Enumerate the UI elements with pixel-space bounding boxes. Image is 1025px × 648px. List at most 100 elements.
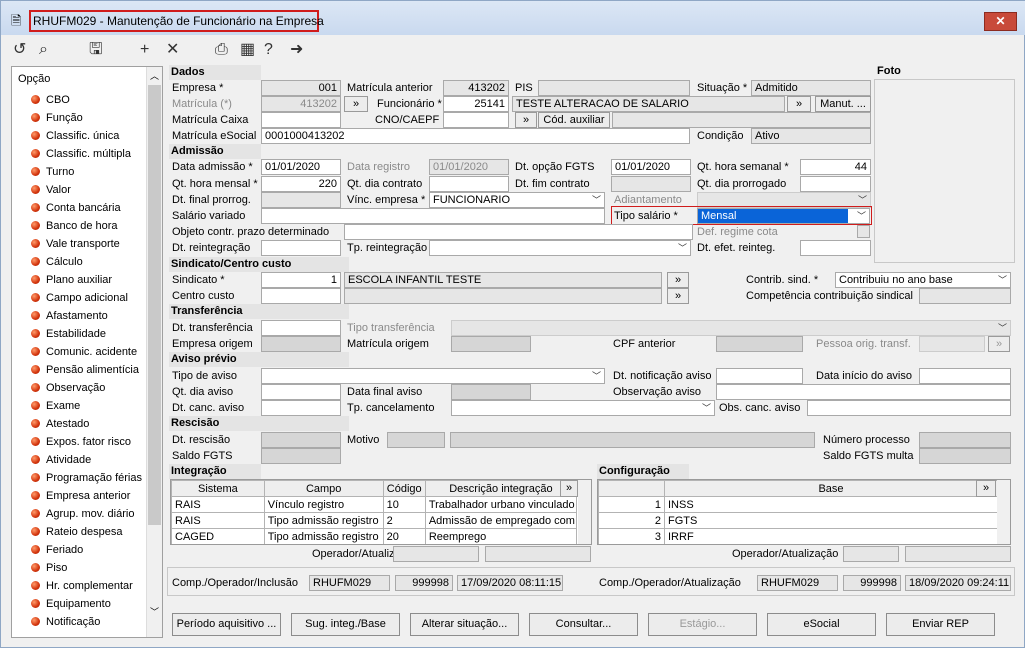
chevron-down-icon[interactable]: ﹀ xyxy=(998,322,1007,335)
contrib-sind-select[interactable]: Contribuiu no ano base ﹀ xyxy=(835,272,1011,288)
option-item[interactable]: Conta bancária xyxy=(31,199,121,217)
option-item[interactable]: Rateio despesa xyxy=(31,523,122,541)
data-registro-field[interactable]: 01/01/2020 xyxy=(429,159,509,175)
close-window-button[interactable]: ✕ xyxy=(984,12,1017,31)
dt-fim-contrato-field[interactable] xyxy=(611,176,691,192)
esocial-button[interactable]: eSocial xyxy=(767,613,876,636)
funcionario-field[interactable]: 25141 xyxy=(443,96,509,112)
competencia-field[interactable] xyxy=(919,288,1011,304)
sindicato-field[interactable]: 1 xyxy=(261,272,341,288)
dt-final-prorrog-field[interactable] xyxy=(261,192,341,208)
photo-frame[interactable] xyxy=(874,79,1015,263)
col-codigo[interactable]: Código xyxy=(382,480,426,497)
option-item[interactable]: Piso xyxy=(31,559,67,577)
option-item[interactable]: Exame xyxy=(31,397,80,415)
configuracao-operador-field[interactable] xyxy=(843,546,899,562)
option-item[interactable]: Turno xyxy=(31,163,74,181)
print-icon[interactable]: ⎙ xyxy=(215,41,228,59)
calendar-icon[interactable]: ▦ xyxy=(240,41,255,59)
table-row[interactable]: 3 IRRF xyxy=(598,528,998,544)
chevron-down-icon[interactable]: ﹀ xyxy=(998,274,1007,287)
exit-icon[interactable]: ➜ xyxy=(290,41,303,59)
tipo-aviso-select[interactable]: ﹀ xyxy=(261,368,605,384)
matricula-origem-field[interactable] xyxy=(451,336,531,352)
table-row[interactable]: RAIS Vínculo registro 10 Trabalhador urbano… xyxy=(171,496,578,513)
obs-canc-field[interactable] xyxy=(807,400,1011,416)
integracao-expand-button[interactable]: » xyxy=(560,480,578,497)
comp-inclusao-prog[interactable]: RHUFM029 xyxy=(309,575,390,591)
chevron-down-icon[interactable]: ﹀ xyxy=(702,402,711,415)
option-item[interactable]: Valor xyxy=(31,181,71,199)
option-item[interactable]: Agrup. mov. diário xyxy=(31,505,134,523)
chevron-down-icon[interactable]: ﹀ xyxy=(592,194,601,207)
qt-hora-mensal-field[interactable]: 220 xyxy=(261,176,341,192)
col-campo[interactable]: Campo xyxy=(263,480,384,497)
option-item[interactable]: Campo adicional xyxy=(31,289,128,307)
chevron-down-icon[interactable]: ﹀ xyxy=(150,605,159,618)
integracao-atualizacao-field[interactable] xyxy=(485,546,591,562)
configuracao-expand-button[interactable]: » xyxy=(976,480,996,497)
enviar-rep-button[interactable]: Enviar REP xyxy=(886,613,995,636)
def-regime-checkbox[interactable] xyxy=(857,225,870,238)
vinc-empresa-select[interactable]: FUNCIONARIO ﹀ xyxy=(429,192,605,208)
cpf-anterior-field[interactable] xyxy=(716,336,803,352)
cno-lookup-button[interactable]: » xyxy=(515,112,537,128)
tp-reintegracao-select[interactable]: ﹀ xyxy=(429,240,691,256)
data-final-field[interactable] xyxy=(451,384,531,400)
help-icon[interactable]: ? xyxy=(264,41,273,59)
chevron-down-icon[interactable]: ﹀ xyxy=(857,210,866,223)
integracao-operador-field[interactable] xyxy=(393,546,479,562)
funcionario-nome-field[interactable]: TESTE ALTERACAO DE SALARIO xyxy=(512,96,785,112)
centro-custo-field[interactable] xyxy=(261,288,341,304)
cod-auxiliar-field[interactable] xyxy=(612,112,871,128)
motivo-code-field[interactable] xyxy=(387,432,445,448)
manut-button[interactable]: Manut. ... xyxy=(815,96,871,112)
qt-dia-contrato-field[interactable] xyxy=(429,176,509,192)
situacao-field[interactable]: Admitido xyxy=(751,80,871,96)
scroll-thumb[interactable] xyxy=(148,85,161,525)
empresa-field[interactable]: 001 xyxy=(261,80,341,96)
option-item[interactable]: Comunic. acidente xyxy=(31,343,137,361)
sindicato-nome-field[interactable]: ESCOLA INFANTIL TESTE xyxy=(344,272,662,288)
tipo-salario-select[interactable]: Mensal ﹀ xyxy=(697,208,870,224)
cno-field[interactable] xyxy=(443,112,509,128)
sindicato-lookup-button[interactable]: » xyxy=(667,272,689,288)
option-item[interactable]: Equipamento xyxy=(31,595,111,613)
integracao-grid[interactable]: Sistema Campo Código Descrição integraçã… xyxy=(170,479,592,545)
option-item[interactable]: Vale transporte xyxy=(31,235,120,253)
option-item[interactable]: CBO xyxy=(31,91,70,109)
dt-reintegracao-field[interactable] xyxy=(261,240,341,256)
funcionario-lookup-button[interactable]: » xyxy=(787,96,811,112)
matricula-anterior-field[interactable]: 413202 xyxy=(443,80,509,96)
matricula-caixa-field[interactable] xyxy=(261,112,341,128)
saldo-fgts-multa-field[interactable] xyxy=(919,448,1011,464)
data-admissao-field[interactable]: 01/01/2020 xyxy=(261,159,341,175)
option-item[interactable]: Afastamento xyxy=(31,307,108,325)
pis-field[interactable] xyxy=(538,80,690,96)
option-item[interactable]: Atividade xyxy=(31,451,91,469)
matricula-lookup-button[interactable]: » xyxy=(344,96,368,112)
col-descricao[interactable]: Descrição integração xyxy=(424,480,578,497)
table-row[interactable]: CAGED Tipo admissão registro 20 Reemprego xyxy=(171,528,578,544)
option-item[interactable]: Estabilidade xyxy=(31,325,106,343)
qt-dia-aviso-field[interactable] xyxy=(261,384,341,400)
comp-atualizacao-op[interactable]: 999998 xyxy=(843,575,901,591)
table-row[interactable]: 2 FGTS xyxy=(598,512,998,529)
chevron-up-icon[interactable]: ︿ xyxy=(150,69,159,82)
obs-aviso-field[interactable] xyxy=(716,384,1011,400)
data-inicio-field[interactable] xyxy=(919,368,1011,384)
tp-canc-select[interactable]: ﹀ xyxy=(451,400,715,416)
undo-icon[interactable]: ↺ xyxy=(13,41,26,59)
col-sistema[interactable]: Sistema xyxy=(171,480,265,497)
option-item[interactable]: Função xyxy=(31,109,83,127)
add-icon[interactable]: + xyxy=(140,41,149,59)
integracao-scrollbar[interactable] xyxy=(578,480,591,544)
pessoa-orig-field[interactable] xyxy=(919,336,985,352)
col-base[interactable]: Base xyxy=(664,480,998,497)
chevron-down-icon[interactable]: ﹀ xyxy=(678,242,687,255)
configuracao-scrollbar[interactable] xyxy=(997,480,1010,544)
comp-inclusao-op[interactable]: 999998 xyxy=(395,575,453,591)
option-item[interactable]: Cálculo xyxy=(31,253,83,271)
option-item[interactable]: Pensão alimentícia xyxy=(31,361,139,379)
option-item[interactable]: Notificação xyxy=(31,613,100,631)
